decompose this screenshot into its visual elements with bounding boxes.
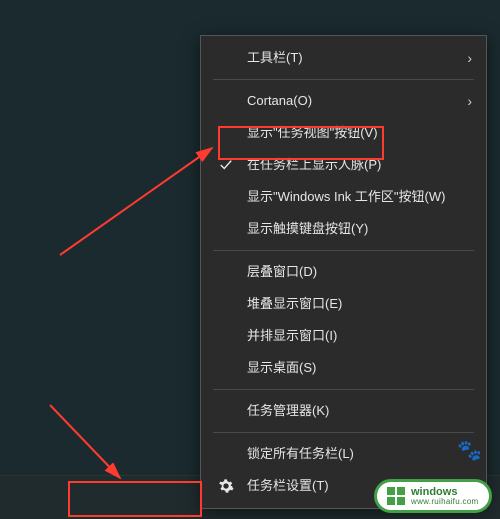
menu-item-label: Cortana(O) [247, 85, 312, 117]
submenu-arrow-icon: › [467, 85, 472, 117]
menu-item-cascade[interactable]: 层叠窗口(D) [201, 256, 486, 288]
menu-item-label: 层叠窗口(D) [247, 256, 317, 288]
menu-item-touch-keyboard[interactable]: 显示触摸键盘按钮(Y) [201, 213, 486, 245]
gear-icon [215, 470, 237, 502]
taskbar-context-menu: 工具栏(T) › Cortana(O) › 显示"任务视图"按钮(V) 在任务栏… [200, 35, 487, 509]
menu-item-people[interactable]: 在任务栏上显示人脉(P) [201, 149, 486, 181]
menu-separator [213, 389, 474, 390]
menu-item-lock-taskbars[interactable]: 锁定所有任务栏(L) [201, 438, 486, 470]
menu-item-taskview-button[interactable]: 显示"任务视图"按钮(V) [201, 117, 486, 149]
menu-item-label: 并排显示窗口(I) [247, 320, 337, 352]
menu-separator [213, 250, 474, 251]
menu-item-label: 显示触摸键盘按钮(Y) [247, 213, 368, 245]
menu-item-taskbar-settings[interactable]: 任务栏设置(T) [201, 470, 486, 502]
menu-item-label: 显示"Windows Ink 工作区"按钮(W) [247, 181, 445, 213]
screenshot-canvas: 工具栏(T) › Cortana(O) › 显示"任务视图"按钮(V) 在任务栏… [0, 0, 500, 519]
menu-item-task-manager[interactable]: 任务管理器(K) [201, 395, 486, 427]
menu-item-ink-workspace[interactable]: 显示"Windows Ink 工作区"按钮(W) [201, 181, 486, 213]
menu-separator [213, 432, 474, 433]
menu-item-label: 任务管理器(K) [247, 395, 329, 427]
menu-item-label: 工具栏(T) [247, 42, 303, 74]
check-icon [215, 149, 237, 181]
menu-item-label: 显示桌面(S) [247, 352, 316, 384]
menu-item-sidebyside[interactable]: 并排显示窗口(I) [201, 320, 486, 352]
menu-item-label: 任务栏设置(T) [247, 470, 329, 502]
menu-item-cortana[interactable]: Cortana(O) › [201, 85, 486, 117]
menu-separator [213, 79, 474, 80]
menu-item-label: 锁定所有任务栏(L) [247, 438, 354, 470]
menu-item-label: 在任务栏上显示人脉(P) [247, 149, 381, 181]
menu-item-show-desktop[interactable]: 显示桌面(S) [201, 352, 486, 384]
menu-item-label: 堆叠显示窗口(E) [247, 288, 342, 320]
submenu-arrow-icon: › [467, 42, 472, 74]
menu-item-label: 显示"任务视图"按钮(V) [247, 117, 378, 149]
menu-item-stacked[interactable]: 堆叠显示窗口(E) [201, 288, 486, 320]
menu-item-toolbars[interactable]: 工具栏(T) › [201, 42, 486, 74]
